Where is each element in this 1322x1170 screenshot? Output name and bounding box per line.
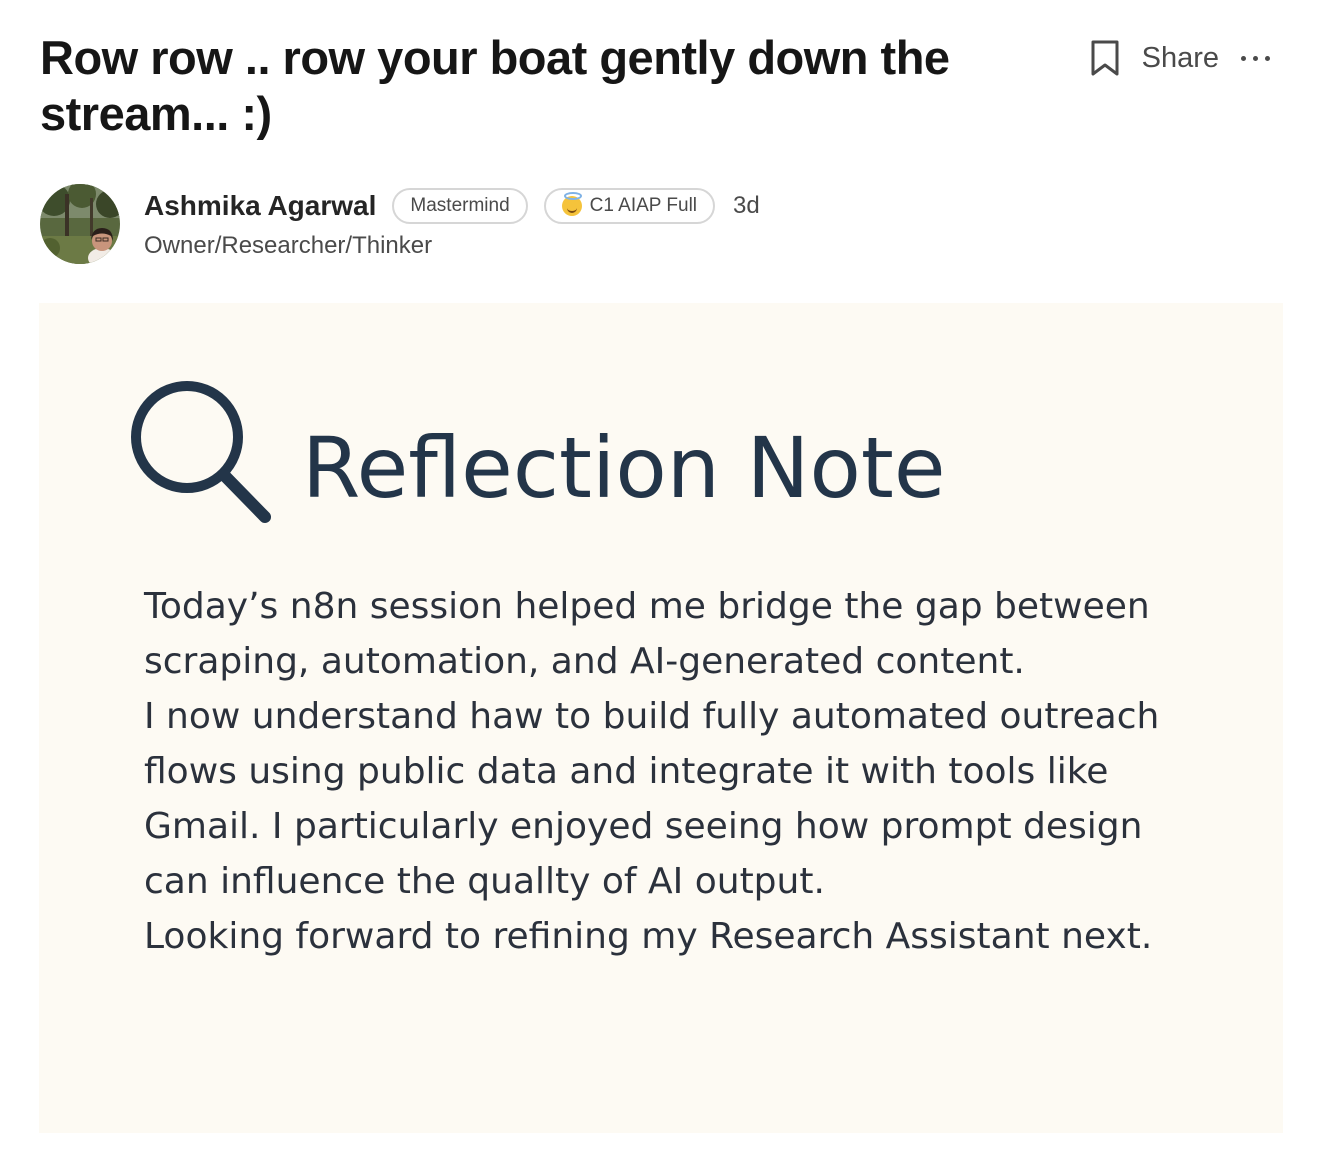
more-options-icon [1241, 55, 1246, 61]
more-options-button[interactable] [1239, 55, 1272, 61]
post-image[interactable]: Reflection Note Today’s n8n session help… [39, 303, 1283, 1133]
post-title: Row row .. row your boat gently down the… [40, 31, 950, 140]
smiling-face-with-halo-icon [561, 192, 582, 216]
post-timestamp[interactable]: 3d [733, 192, 760, 220]
note-line: Today’s n8n session helped me bridge the… [144, 586, 1150, 627]
avatar[interactable] [40, 184, 120, 264]
note-line: scraping, automation, and AI-generated c… [144, 641, 1025, 682]
more-options-icon [1253, 55, 1258, 61]
more-options-icon [1265, 55, 1270, 61]
note-heading: Reflection Note [302, 419, 946, 517]
note-line: flows using public data and integrate it… [144, 751, 1109, 792]
badge-c1-aiap-full: C1 AIAP Full [543, 188, 716, 224]
share-button[interactable]: Share [1142, 42, 1219, 75]
author-line: Ashmika Agarwal Mastermind C1 AIAP Full … [144, 186, 760, 226]
note-line: Looking forward to refining my Research … [144, 916, 1153, 957]
badge-mastermind: Mastermind [392, 188, 528, 224]
note-body: Today’s n8n session helped me bridge the… [144, 579, 1224, 964]
note-line: I now understand haw to build fully auto… [144, 696, 1160, 737]
note-line: Gmail. I particularly enjoyed seeing how… [144, 806, 1143, 847]
magnifying-glass-icon [131, 381, 271, 523]
author-info: Ashmika Agarwal Mastermind C1 AIAP Full … [144, 186, 760, 260]
author-row: Ashmika Agarwal Mastermind C1 AIAP Full … [40, 184, 760, 264]
badge-label: C1 AIAP Full [589, 195, 698, 216]
author-name[interactable]: Ashmika Agarwal [144, 190, 376, 222]
post-header: Row row .. row your boat gently down the… [40, 30, 1282, 142]
badge-label: Mastermind [410, 195, 510, 216]
note-line: can influence the quallty of AI output. [144, 861, 825, 902]
author-role: Owner/Researcher/Thinker [144, 232, 433, 259]
header-actions: Share [1088, 38, 1272, 78]
bookmark-button[interactable] [1088, 38, 1122, 78]
avatar-photo [40, 184, 120, 264]
bookmark-icon [1091, 40, 1119, 76]
